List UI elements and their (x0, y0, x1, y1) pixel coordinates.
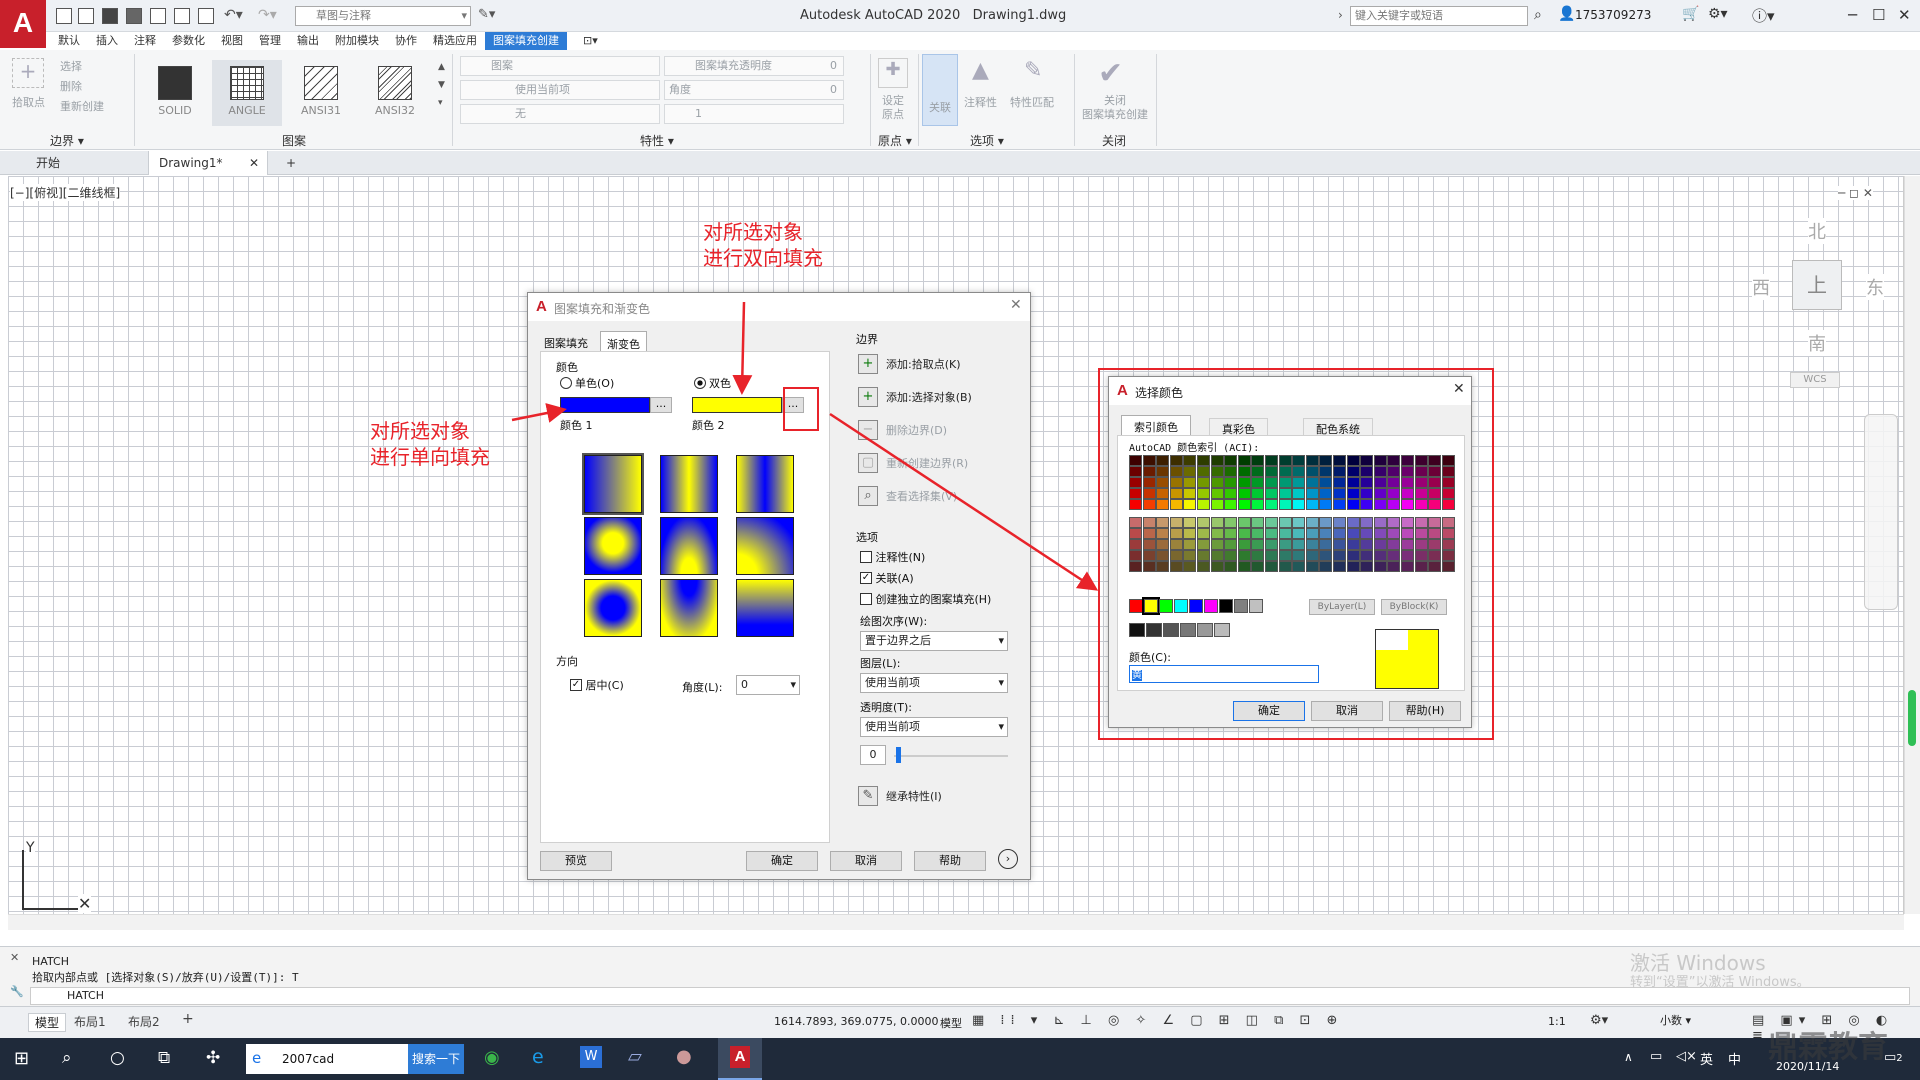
layout-tab-1[interactable]: 布局1 (74, 1013, 106, 1030)
windows-start-icon[interactable]: ⊞ (14, 1048, 29, 1069)
edge-icon[interactable]: e (532, 1046, 544, 1068)
browser-search-box[interactable]: e 2007cad (246, 1044, 408, 1074)
ime-english[interactable]: 英 (1700, 1049, 1713, 1068)
model-space-button[interactable]: 模型 (940, 1015, 962, 1031)
volume-icon[interactable]: ◁× (1676, 1049, 1697, 1064)
app-pinwheel-icon[interactable]: ✣ (206, 1048, 220, 1068)
command-history-1: HATCH (32, 955, 69, 968)
status-bar: 模型 布局1 布局2 + 1614.7893, 369.0775, 0.0000… (0, 1006, 1920, 1043)
task-view-icon[interactable]: ⧉ (158, 1048, 170, 1068)
command-input[interactable]: HATCH (30, 987, 1910, 1005)
close-icon[interactable]: ✕ (10, 951, 19, 964)
ie-icon: e (252, 1049, 262, 1067)
search-icon[interactable]: ⌕ (62, 1048, 72, 1068)
brand-watermark: 鼎霖教育 (1768, 1030, 1888, 1065)
workspace-gear-icon[interactable]: ⚙▾ (1590, 1013, 1608, 1028)
activate-windows-text: 转到“设置”以激活 Windows。 (1630, 975, 1810, 990)
layout-tab-model[interactable]: 模型 (28, 1013, 67, 1032)
arrow-to-color1 (511, 403, 567, 423)
layout-tab-2[interactable]: 布局2 (128, 1013, 160, 1030)
notepad-icon[interactable]: ▱ (628, 1046, 642, 1067)
autocad-taskbar-icon: A (730, 1046, 750, 1068)
browser-search-text: 2007cad (282, 1052, 335, 1066)
browser-360-icon[interactable]: ◉ (484, 1047, 500, 1068)
windows-taskbar: ⊞ ⌕ ○ ⧉ ✣ e 2007cad 搜索一下 ◉ e W ▱ ● A ∧ ▭ … (0, 1038, 1920, 1080)
units-value: 小数 (1660, 1014, 1682, 1027)
wps-icon[interactable]: W (580, 1046, 602, 1068)
arrow-to-color-dialog (829, 412, 1099, 591)
ime-mode[interactable]: 中 (1728, 1049, 1741, 1068)
command-history-2: 拾取内部点或 [选择对象(S)/放弃(U)/设置(T)]: T (32, 971, 299, 984)
autocad-taskbar-button[interactable]: A (718, 1038, 762, 1080)
annotation-scale[interactable]: 1:1 (1548, 1015, 1566, 1028)
network-icon[interactable]: ▭ (1650, 1049, 1662, 1064)
wrench-icon[interactable]: 🔧 (10, 985, 24, 998)
tray-chevron-icon[interactable]: ∧ (1624, 1050, 1633, 1064)
drafting-tools-icons[interactable]: ▦ ⁞⁞ ▾ ⊾ ⊥ ◎ ✧ ∠ ▢ ⊞ ◫ ⧉ ⊡ ⊕ (972, 1013, 1343, 1028)
search-go-button[interactable]: 搜索一下 (408, 1044, 464, 1074)
command-area: ✕ HATCH 拾取内部点或 [选择对象(S)/放弃(U)/设置(T)]: T … (0, 946, 1920, 1006)
cortana-icon[interactable]: ○ (110, 1048, 125, 1068)
units-select[interactable]: 小数 ▾ (1660, 1013, 1740, 1031)
notification-count: 2 (1896, 1053, 1903, 1064)
media-icon[interactable]: ● (676, 1046, 692, 1067)
arrow-to-color2 (732, 301, 753, 395)
command-prompt: HATCH (67, 989, 104, 1002)
annotation-arrows (511, 301, 1099, 591)
add-layout-icon[interactable]: + (182, 1011, 194, 1027)
coordinates[interactable]: 1614.7893, 369.0775, 0.0000 (774, 1015, 938, 1028)
